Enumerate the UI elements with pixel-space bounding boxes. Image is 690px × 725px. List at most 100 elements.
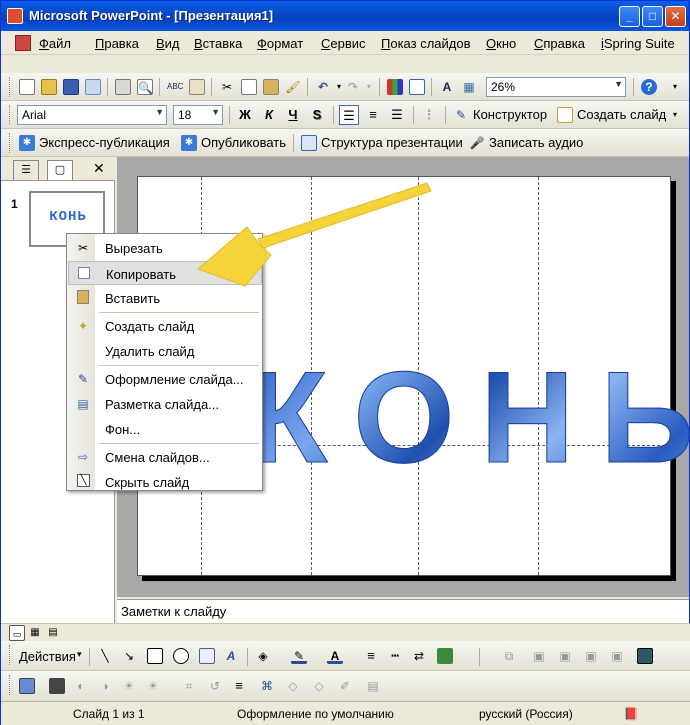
italic-button[interactable]: К	[259, 105, 279, 125]
align-right-button[interactable]: ☰	[387, 105, 407, 125]
menu-slideshow[interactable]: Показ слайдов	[381, 36, 471, 51]
redo-dropdown-icon[interactable]: ▾	[361, 79, 377, 95]
context-item-copy[interactable]: Копировать	[68, 261, 262, 285]
save-icon[interactable]	[63, 79, 79, 95]
minimize-button[interactable]: _	[619, 6, 640, 27]
menu-edit[interactable]: Правка	[95, 36, 139, 51]
copy-icon[interactable]	[241, 79, 257, 95]
menu-help[interactable]: Справка	[534, 36, 585, 51]
slide-title-text[interactable]: КОНЬ	[248, 352, 690, 483]
fill-color-icon[interactable]: ◈	[255, 648, 271, 664]
context-item-cut[interactable]: ✂ Вырезать	[68, 236, 262, 260]
print-preview-icon[interactable]: 🔍	[137, 79, 153, 95]
menu-format[interactable]: Формат	[257, 36, 303, 51]
reset-picture-icon[interactable]: ▤	[365, 678, 381, 694]
tab-outline[interactable]: ☰	[13, 160, 39, 180]
undo-icon[interactable]: ↶	[315, 79, 331, 95]
close-button[interactable]: ✕	[665, 6, 686, 27]
ungroup-tool-icon[interactable]: ▣	[557, 648, 573, 664]
numbering-button[interactable]: ⋮	[419, 105, 439, 125]
shadow-style-icon[interactable]	[437, 648, 453, 664]
crop-icon[interactable]: ⌗	[181, 678, 197, 694]
compress-icon[interactable]: ⌘	[259, 678, 275, 694]
context-item-new-slide[interactable]: ✦ Создать слайд	[68, 314, 262, 338]
menu-insert[interactable]: Вставка	[194, 36, 242, 51]
designer-button[interactable]: Конструктор	[473, 107, 547, 122]
format-painter-icon[interactable]: 🖌	[285, 79, 301, 95]
contrast-up-icon[interactable]: ◐	[73, 678, 89, 694]
rectangle-tool-icon[interactable]	[147, 648, 163, 664]
format-picture-icon[interactable]: ◇	[311, 678, 327, 694]
help-icon[interactable]: ?	[641, 79, 657, 95]
powerpoint-app-icon[interactable]	[7, 8, 23, 24]
contrast-down-icon[interactable]: ◑	[97, 678, 113, 694]
group-tool-icon[interactable]: ▣	[531, 648, 547, 664]
dash-style-icon[interactable]: ┅	[387, 648, 403, 664]
record-audio-button[interactable]: Записать аудио	[489, 135, 583, 150]
actions-menu[interactable]: Действия	[19, 649, 76, 664]
print-icon[interactable]	[115, 79, 131, 95]
brightness-down-icon[interactable]: ☀	[145, 678, 161, 694]
line-style-icon[interactable]: ≡	[231, 678, 247, 694]
expand-all-icon[interactable]: A	[439, 79, 455, 95]
align-left-button[interactable]: ☰	[339, 105, 359, 125]
context-item-slide-layout[interactable]: ▤ Разметка слайда...	[68, 392, 262, 416]
document-icon[interactable]	[15, 35, 31, 51]
structure-button[interactable]: Структура презентации	[321, 135, 463, 150]
shadow-button[interactable]: S	[307, 105, 327, 125]
rotate-tool-icon[interactable]: ▣	[609, 648, 625, 664]
line-color-icon[interactable]: ✎	[291, 648, 307, 664]
color-mode-icon[interactable]	[49, 678, 65, 694]
notes-pane[interactable]: Заметки к слайду	[117, 599, 689, 623]
toolbar-grip[interactable]	[9, 675, 12, 695]
toolbar-grip[interactable]	[9, 645, 12, 665]
textbox-tool-icon[interactable]	[199, 648, 215, 664]
redo-icon[interactable]: ↷	[345, 79, 361, 95]
context-item-background[interactable]: Фон...	[68, 417, 262, 441]
normal-view-icon[interactable]: ▭	[9, 625, 25, 641]
context-item-hide-slide[interactable]: ╲ Скрыть слайд	[68, 470, 262, 494]
wordart-icon[interactable]: A	[223, 648, 239, 664]
line-style-icon[interactable]: ≡	[363, 648, 379, 664]
line-tool-icon[interactable]: ╲	[97, 648, 113, 664]
bold-button[interactable]: Ж	[235, 105, 255, 125]
quick-publish-button[interactable]: Экспресс-публикация	[39, 135, 170, 150]
underline-button[interactable]: Ч	[283, 105, 303, 125]
menu-file[interactable]: Файл	[39, 36, 71, 51]
align-tool-icon[interactable]: ⧉	[501, 648, 517, 664]
menu-window[interactable]: Окно	[486, 36, 516, 51]
toolbar-options-icon[interactable]: ▾	[667, 79, 683, 95]
context-item-delete-slide[interactable]: Удалить слайд	[68, 339, 262, 363]
research-icon[interactable]	[189, 79, 205, 95]
recolor-icon[interactable]: ◇	[285, 678, 301, 694]
oval-tool-icon[interactable]	[173, 648, 189, 664]
insert-picture-icon[interactable]	[19, 678, 35, 694]
permission-icon[interactable]	[85, 79, 101, 95]
brightness-up-icon[interactable]: ☀	[121, 678, 137, 694]
toolbar-grip[interactable]	[9, 77, 12, 97]
rotate-icon[interactable]: ↺	[207, 678, 223, 694]
order-tool-icon[interactable]: ▣	[583, 648, 599, 664]
font-color-icon[interactable]: A	[327, 648, 343, 664]
maximize-button[interactable]: □	[642, 6, 663, 27]
chart-icon[interactable]	[387, 79, 403, 95]
menu-tools[interactable]: Сервис	[321, 36, 366, 51]
publish-button[interactable]: Опубликовать	[201, 135, 286, 150]
toolbar-grip[interactable]	[9, 133, 12, 153]
toolbar-options-icon[interactable]: ▾	[667, 107, 683, 123]
font-size-select[interactable]: 18 ▼	[173, 105, 223, 125]
toolbar-grip[interactable]	[9, 105, 12, 125]
table-icon[interactable]	[409, 79, 425, 95]
color-scheme-icon[interactable]	[637, 648, 653, 664]
cut-icon[interactable]: ✂	[219, 79, 235, 95]
align-center-button[interactable]: ≡	[363, 105, 383, 125]
transparent-color-icon[interactable]: ✐	[337, 678, 353, 694]
spelling-icon[interactable]: ABC	[167, 79, 183, 95]
paste-icon[interactable]	[263, 79, 279, 95]
arrow-tool-icon[interactable]: ↘	[121, 648, 137, 664]
chevron-down-icon[interactable]: ▾	[77, 649, 82, 660]
slideshow-view-icon[interactable]: ▤	[45, 625, 61, 641]
spellcheck-status-icon[interactable]: 📕	[623, 706, 639, 722]
menu-ispring[interactable]: iSpring Suite	[601, 36, 675, 51]
arrow-style-icon[interactable]: ⇄	[411, 648, 427, 664]
